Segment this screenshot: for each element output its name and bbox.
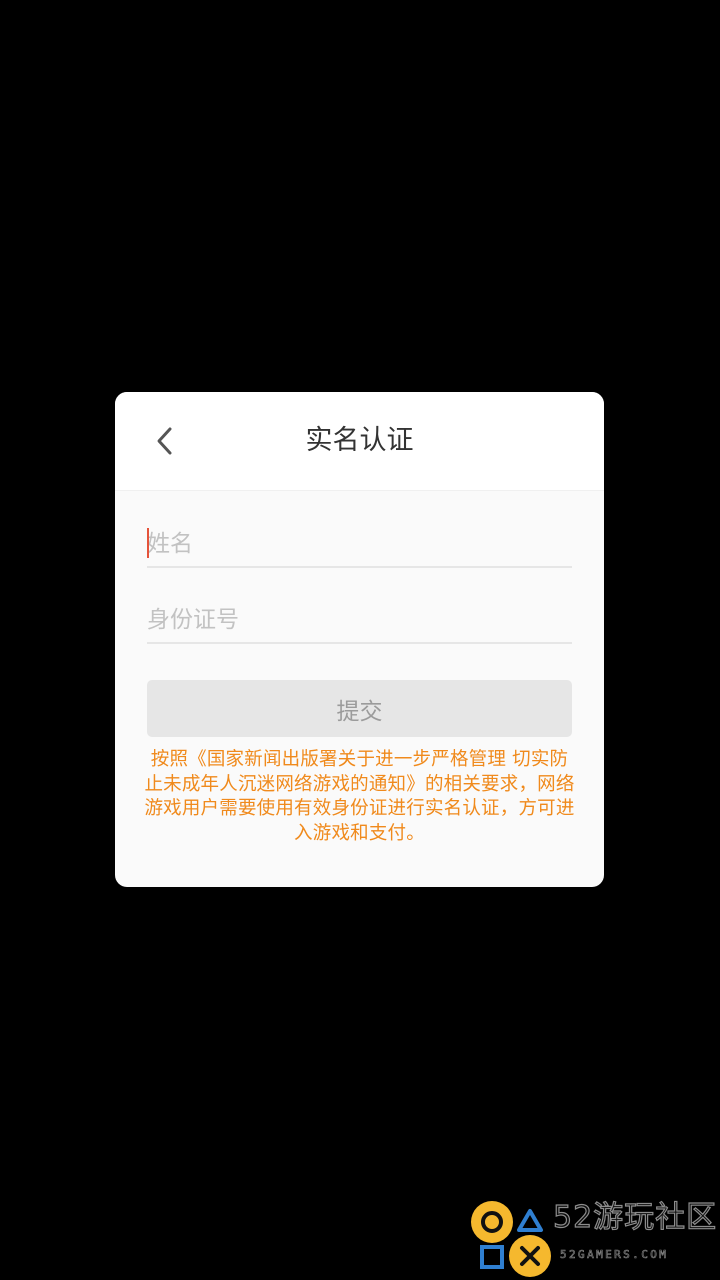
watermark-subtitle: 52GAMERS.COM <box>560 1248 669 1262</box>
gamepad-buttons-logo <box>471 1201 551 1277</box>
real-name-dialog: 实名认证 提交 按照《国家新闻出版署关于进一步严格管理 切实防止未成年人沉迷网络… <box>115 392 604 887</box>
name-input[interactable] <box>147 522 572 566</box>
id-number-field[interactable] <box>147 598 572 644</box>
screen-backdrop: 实名认证 提交 按照《国家新闻出版署关于进一步严格管理 切实防止未成年人沉迷网络… <box>0 0 720 1280</box>
submit-button[interactable]: 提交 <box>147 680 572 737</box>
name-field[interactable] <box>147 522 572 568</box>
text-cursor <box>147 528 149 558</box>
id-number-input[interactable] <box>147 598 572 642</box>
watermark-title: 52游玩社区 <box>552 1199 718 1235</box>
dialog-header: 实名认证 <box>115 392 604 491</box>
dialog-title: 实名认证 <box>305 425 414 456</box>
watermark: 52游玩社区 52GAMERS.COM <box>470 1198 720 1280</box>
anti-addiction-notice: 按照《国家新闻出版署关于进一步严格管理 切实防止未成年人沉迷网络游戏的通知》的相… <box>144 749 575 844</box>
